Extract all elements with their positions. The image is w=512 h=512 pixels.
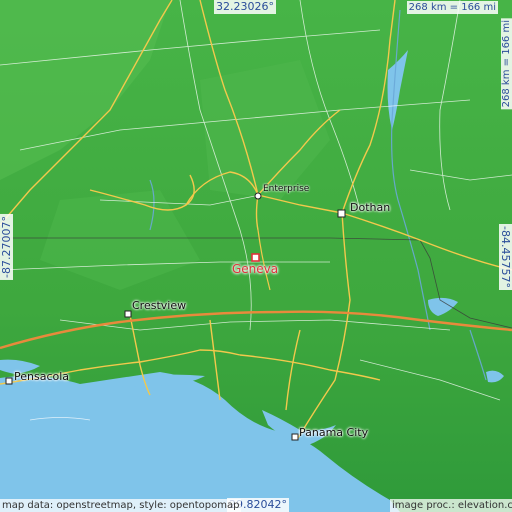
- north-bound-label: 32.23026°: [214, 0, 276, 14]
- city-label-pensacola[interactable]: Pensacola: [14, 370, 69, 383]
- terrain-layer: [0, 0, 512, 512]
- image-proc-attribution: image proc.: elevation.city: [390, 499, 512, 512]
- east-bound-label: -84.45757°: [499, 224, 512, 290]
- geneva-marker: [251, 253, 260, 262]
- scale-vertical: 268 km = 166 mi: [501, 18, 512, 110]
- dothan-marker: [337, 209, 346, 218]
- scale-horizontal: 268 km = 166 mi: [406, 1, 498, 14]
- crestview-marker: [124, 310, 132, 318]
- west-bound-label: -87.27007°: [0, 214, 13, 280]
- enterprise-marker: [254, 192, 262, 200]
- city-label-panama-city[interactable]: Panama City: [299, 426, 368, 439]
- city-label-crestview[interactable]: Crestview: [132, 299, 186, 312]
- city-label-enterprise[interactable]: Enterprise: [263, 184, 309, 194]
- panama-city-marker: [291, 433, 299, 441]
- map-attribution: map data: openstreetmap, style: opentopo…: [0, 499, 242, 512]
- pensacola-marker: [5, 377, 13, 385]
- focus-city-label[interactable]: Geneva: [232, 262, 278, 276]
- map-viewport[interactable]: Geneva Dothan Enterprise Crestview Pensa…: [0, 0, 512, 512]
- city-label-dothan[interactable]: Dothan: [350, 201, 390, 214]
